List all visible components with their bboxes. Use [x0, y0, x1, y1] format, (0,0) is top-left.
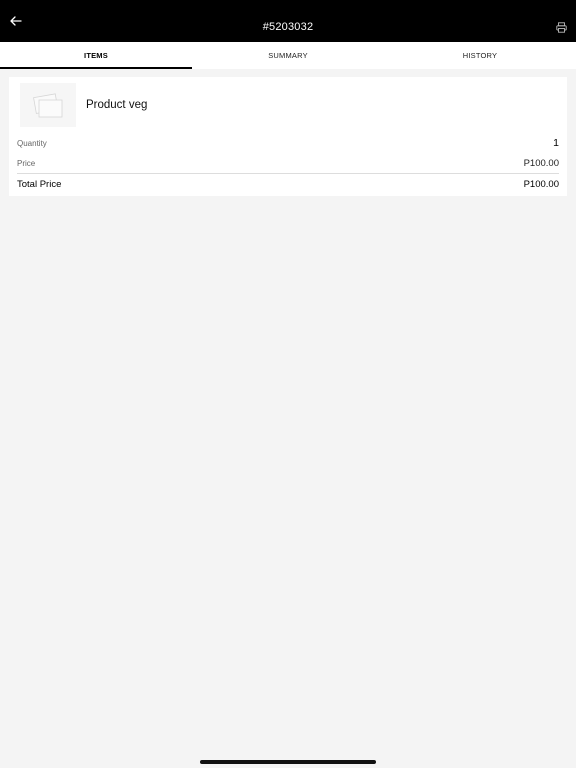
quantity-value: 1 — [553, 137, 559, 149]
printer-icon — [555, 21, 567, 33]
price-label: Price — [17, 158, 36, 168]
price-value: P100.00 — [523, 157, 559, 169]
tab-history[interactable]: HISTORY — [384, 42, 576, 69]
total-price-label: Total Price — [17, 178, 62, 190]
total-price-row: Total Price P100.00 — [17, 176, 559, 192]
product-name: Product veg — [86, 99, 148, 111]
image-placeholder-icon — [33, 93, 63, 118]
home-indicator[interactable] — [200, 760, 376, 764]
product-thumbnail — [20, 83, 76, 127]
tab-summary[interactable]: SUMMARY — [192, 42, 384, 69]
quantity-row: Quantity 1 — [17, 135, 559, 151]
tab-items[interactable]: ITEMS — [0, 42, 192, 69]
divider — [17, 173, 559, 174]
quantity-label: Quantity — [17, 138, 47, 148]
tab-bar: ITEMS SUMMARY HISTORY — [0, 42, 576, 69]
order-item-card: Product veg Quantity 1 Price P100.00 Tot… — [9, 77, 567, 196]
print-button[interactable] — [554, 20, 568, 34]
total-price-value: P100.00 — [523, 178, 559, 190]
top-bar: #5203032 — [0, 0, 576, 42]
page-title: #5203032 — [262, 21, 314, 33]
price-row: Price P100.00 — [17, 155, 559, 171]
